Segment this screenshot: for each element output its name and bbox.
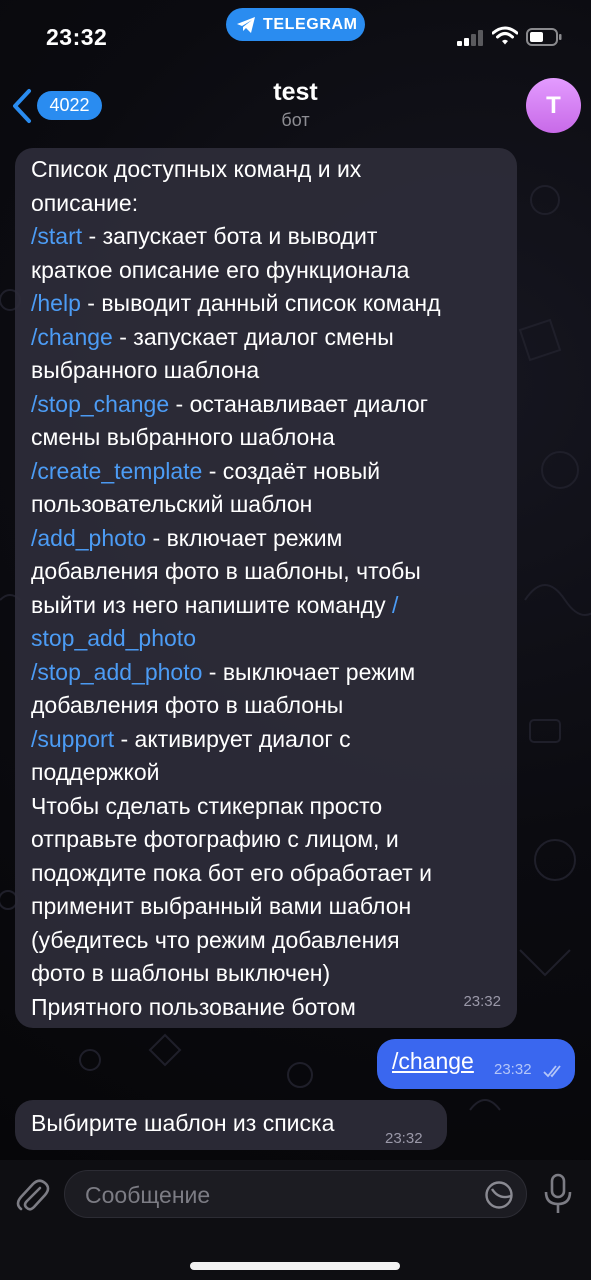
message-text-segment: поддержкой xyxy=(31,759,160,785)
chat-title[interactable]: test xyxy=(0,78,591,107)
message-line: выбранного шаблона xyxy=(31,354,503,388)
status-bar: 23:32 TELEGRAM xyxy=(0,0,591,70)
message-time: 23:32 xyxy=(494,1061,532,1078)
message-line: /help - выводит данный список команд xyxy=(31,287,503,321)
message-input-bar: Сообщение xyxy=(0,1160,591,1280)
message-line: /start - запускает бота и выводит xyxy=(31,220,503,254)
message-time: 23:32 xyxy=(385,1130,423,1147)
message-line: подождите пока бот его обработает и xyxy=(31,857,503,891)
message-text-segment: добавления фото в шаблоны xyxy=(31,692,344,718)
command-link[interactable]: /support xyxy=(31,726,114,752)
message-line: /add_photo - включает режим xyxy=(31,522,503,556)
message-line: /stop_change - останавливает диалог xyxy=(31,388,503,422)
message-line: отправьте фотографию с лицом, и xyxy=(31,823,503,857)
message-reply[interactable]: Выбирите шаблон из списка 23:32 xyxy=(15,1100,447,1150)
message-commands-list[interactable]: Список доступных команд и их описание:/st… xyxy=(15,148,517,1028)
message-text-segment: подождите пока бот его обработает и xyxy=(31,859,432,886)
message-input-placeholder: Сообщение xyxy=(85,1182,211,1208)
message-text: Выбирите шаблон из списка xyxy=(31,1110,335,1136)
avatar[interactable]: T xyxy=(526,78,581,133)
wifi-icon xyxy=(492,26,518,45)
message-text-segment: Список доступных команд и их xyxy=(31,156,362,182)
message-line: добавления фото в шаблоны, чтобы xyxy=(31,555,503,589)
chat-subtitle: бот xyxy=(281,110,310,130)
sticker-icon[interactable] xyxy=(484,1180,514,1210)
command-link[interactable]: /create_template xyxy=(31,458,202,484)
message-line: /create_template - создаёт новый xyxy=(31,455,503,489)
message-line: краткое описание его функционала xyxy=(31,254,503,288)
command-link[interactable]: /stop_add_photo xyxy=(31,659,202,685)
telegram-icon xyxy=(237,16,255,33)
message-line: Чтобы сделать стикерпак просто xyxy=(31,790,503,824)
message-text-segment: применит выбранный вами шаблон xyxy=(31,893,412,919)
message-line: добавления фото в шаблоны xyxy=(31,689,503,723)
message-text-segment: - включает режим xyxy=(146,524,343,551)
message-line: пользовательский шаблон xyxy=(31,488,503,522)
message-text-segment: выйти из него напишите команду xyxy=(31,591,392,618)
message-line: описание: xyxy=(31,187,503,221)
message-outgoing[interactable]: /change 23:32 xyxy=(377,1039,575,1089)
message-text-segment: - останавливает диалог xyxy=(169,390,429,417)
message-text-segment: - создаёт новый xyxy=(202,457,381,484)
message-line: stop_add_photo xyxy=(31,622,503,656)
command-link[interactable]: /start xyxy=(31,223,82,249)
message-text-segment: отправьте фотографию с лицом, и xyxy=(31,826,399,852)
message-text-segment: Приятного пользование ботом xyxy=(31,993,356,1020)
status-time: 23:32 xyxy=(46,24,108,50)
return-app-label: TELEGRAM xyxy=(263,15,358,33)
message-text-segment: пользовательский шаблон xyxy=(31,491,313,517)
message-line: /change - запускает диалог смены xyxy=(31,321,503,355)
message-line: фото в шаблоны выключен) xyxy=(31,957,503,991)
battery-icon xyxy=(526,28,562,46)
command-link[interactable]: /help xyxy=(31,290,81,316)
message-line: применит выбранный вами шаблон xyxy=(31,890,503,924)
signal-icon xyxy=(457,30,483,46)
message-text-segment: добавления фото в шаблоны, чтобы xyxy=(31,558,421,584)
command-link[interactable]: stop_add_photo xyxy=(31,625,196,651)
home-indicator xyxy=(190,1262,400,1270)
message-text-segment: фото в шаблоны выключен) xyxy=(31,960,331,986)
message-line: выйти из него напишите команду / xyxy=(31,589,503,623)
message-text-segment: описание: xyxy=(31,189,139,216)
command-link[interactable]: / xyxy=(392,592,398,618)
message-text-segment: выбранного шаблона xyxy=(31,357,260,383)
message-line: /stop_add_photo - выключает режим xyxy=(31,656,503,690)
message-text: Список доступных команд и их описание:/st… xyxy=(31,153,503,1024)
message-input[interactable]: Сообщение xyxy=(64,1170,527,1218)
command-link[interactable]: /change xyxy=(31,324,113,350)
command-link[interactable]: /stop_change xyxy=(31,391,169,417)
message-line: поддержкой xyxy=(31,756,503,790)
message-command-link[interactable]: /change xyxy=(392,1048,474,1075)
chat-header: 4022 test бот T xyxy=(0,70,591,140)
paperclip-icon[interactable] xyxy=(14,1174,50,1214)
message-line: (убедитесь что режим добавления xyxy=(31,924,503,958)
message-line: Приятного пользование ботом xyxy=(31,991,503,1025)
message-text-segment: - запускает бота и выводит xyxy=(82,223,378,249)
microphone-icon[interactable] xyxy=(543,1173,573,1215)
message-line: Список доступных команд и их xyxy=(31,153,503,187)
message-line: /support - активирует диалог с xyxy=(31,723,503,757)
message-text-segment: смены выбранного шаблона xyxy=(31,424,335,450)
message-text-segment: - запускает диалог смены xyxy=(112,323,394,350)
message-line: смены выбранного шаблона xyxy=(31,421,503,455)
double-check-icon xyxy=(543,1065,561,1078)
message-text-segment: - выключает режим xyxy=(202,658,416,685)
command-link[interactable]: /add_photo xyxy=(31,525,146,551)
message-text-segment: - активирует диалог с xyxy=(114,725,351,752)
message-time: 23:32 xyxy=(463,992,501,1010)
message-text-segment: (убедитесь что режим добавления xyxy=(31,926,400,953)
return-to-app-pill[interactable]: TELEGRAM xyxy=(226,8,365,41)
message-text-segment: краткое описание его функционала xyxy=(31,256,410,283)
message-text-segment: Чтобы сделать стикерпак просто xyxy=(31,792,383,819)
message-text-segment: - выводит данный список команд xyxy=(80,290,441,316)
